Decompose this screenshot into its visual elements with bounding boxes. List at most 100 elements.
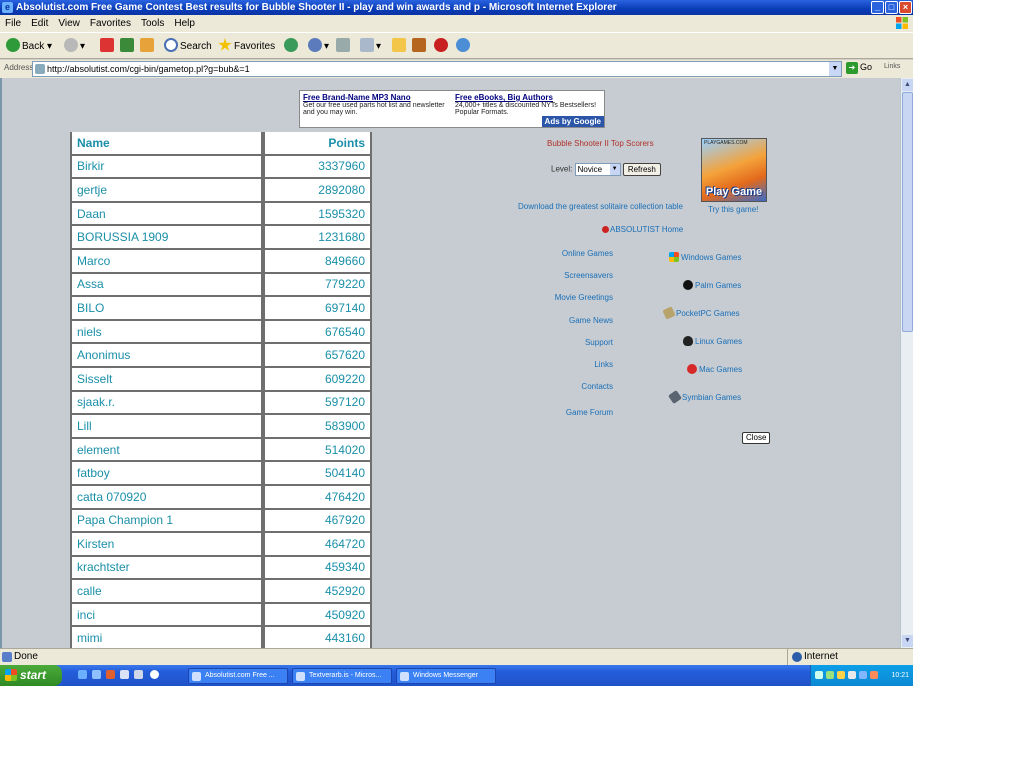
absolutist-home-link[interactable]: ABSOLUTIST Home [602, 225, 683, 234]
home-button[interactable] [140, 38, 156, 54]
tray-volume-icon[interactable] [848, 671, 856, 679]
tray-security-icon[interactable] [837, 671, 845, 679]
quicklaunch-ie-icon[interactable] [78, 670, 87, 679]
minimize-button[interactable]: _ [871, 1, 884, 14]
vertical-scrollbar[interactable]: ▲ ▼ [900, 78, 913, 648]
go-button[interactable]: ➜ Go [846, 62, 872, 74]
menu-edit[interactable]: Edit [26, 15, 53, 32]
ad-title[interactable]: Free eBooks, Big Authors [455, 93, 603, 102]
menu-bar: File Edit View Favorites Tools Help [0, 15, 913, 32]
apple-icon [687, 364, 697, 374]
quicklaunch-word-icon[interactable] [120, 670, 129, 679]
stop-icon [100, 38, 114, 52]
platform-link-pocketpc[interactable]: PocketPC Games [662, 306, 740, 320]
users-button[interactable] [456, 38, 472, 54]
play-game-button[interactable]: Play Game [702, 186, 766, 198]
nav-link-game-forum[interactable]: Game Forum [503, 408, 613, 417]
links-label[interactable]: Links [884, 63, 900, 70]
close-button[interactable]: Close [742, 432, 771, 444]
menu-view[interactable]: View [53, 15, 85, 32]
research-button[interactable] [412, 38, 428, 54]
start-button[interactable]: start [0, 665, 62, 686]
maximize-button[interactable]: □ [885, 1, 898, 14]
edit-button[interactable]: ▾ [360, 38, 381, 54]
level-select[interactable]: Novice ▼ [574, 163, 621, 176]
back-button[interactable]: Back ▾ [6, 38, 52, 54]
taskbar-item-word[interactable]: Textverarb.is - Micros... [292, 668, 392, 684]
address-input[interactable]: http://absolutist.com/cgi-bin/gametop.pl… [32, 61, 842, 77]
ads-by-google-link[interactable]: Ads by Google [541, 116, 604, 127]
platform-link-linux[interactable]: Linux Games [683, 336, 742, 346]
quicklaunch-messenger-icon[interactable] [150, 670, 159, 679]
folder-button[interactable] [392, 38, 408, 54]
table-row: niels 676540 [70, 320, 372, 345]
close-window-button[interactable]: × [899, 1, 912, 14]
search-button[interactable]: Search [164, 38, 212, 54]
home-icon [140, 38, 154, 52]
tray-antivirus-icon[interactable] [870, 671, 878, 679]
nav-link-contacts[interactable]: Contacts [503, 382, 613, 391]
platform-link-symbian[interactable]: Symbian Games [668, 390, 741, 404]
refresh-page-button[interactable] [120, 38, 136, 54]
ad-item[interactable]: Free Brand-Name MP3 Nano Get our free us… [303, 93, 451, 116]
player-points: 583900 [265, 415, 372, 439]
table-row: Assa 779220 [70, 273, 372, 298]
platform-link-palm[interactable]: Palm Games [683, 280, 741, 290]
nav-link-movie-greetings[interactable]: Movie Greetings [503, 293, 613, 302]
name-column-header: Name [70, 132, 265, 156]
player-name: BILO [70, 297, 265, 321]
tray-network-icon[interactable] [815, 671, 823, 679]
platform-link-mac[interactable]: Mac Games [687, 364, 742, 374]
player-name: Assa [70, 273, 265, 298]
menu-favorites[interactable]: Favorites [85, 15, 136, 32]
quicklaunch-media-icon[interactable] [106, 670, 115, 679]
tray-messenger-icon[interactable] [826, 671, 834, 679]
game-thumbnail[interactable]: PLAYGAMES.COM Play Game [701, 138, 767, 202]
menu-tools[interactable]: Tools [136, 15, 169, 32]
platform-link-windows[interactable]: Windows Games [669, 252, 741, 262]
download-solitaire-link[interactable]: Download the greatest solitaire collecti… [518, 202, 683, 211]
stop-button[interactable] [100, 38, 116, 54]
nav-link-support[interactable]: Support [503, 338, 613, 347]
refresh-button[interactable]: Refresh [622, 163, 661, 176]
player-name: gertje [70, 179, 265, 203]
taskbar-item-ie[interactable]: Absolutist.com Free ... [188, 668, 288, 684]
scroll-down-icon[interactable]: ▼ [902, 635, 913, 647]
nav-link-game-news[interactable]: Game News [503, 316, 613, 325]
quicklaunch-explorer-icon[interactable] [134, 670, 143, 679]
level-label: Level: [551, 164, 573, 174]
favorites-button[interactable]: Favorites [218, 38, 275, 54]
mail-button[interactable]: ▾ [308, 38, 329, 54]
try-game-link[interactable]: Try this game! [708, 205, 758, 214]
player-name: Daan [70, 202, 265, 227]
player-points: 443160 [265, 627, 372, 648]
scroll-up-icon[interactable]: ▲ [902, 79, 913, 91]
score-rows: Birkir 3337960 gertje 2892080 Daan 1595320 BOR… [70, 155, 372, 648]
nav-link-screensavers[interactable]: Screensavers [503, 271, 613, 280]
window-title-bar[interactable]: e Absolutist.com Free Game Contest Best … [0, 0, 913, 15]
history-button[interactable] [284, 38, 300, 54]
level-selected-value: Novice [577, 165, 603, 174]
menu-file[interactable]: File [0, 15, 26, 32]
word-icon [296, 672, 305, 681]
print-button[interactable] [336, 38, 352, 54]
tray-update-icon[interactable] [859, 671, 867, 679]
linux-penguin-icon [683, 336, 693, 346]
ad-title[interactable]: Free Brand-Name MP3 Nano [303, 93, 451, 102]
quicklaunch-desktop-icon[interactable] [92, 670, 101, 679]
taskbar-item-messenger[interactable]: Windows Messenger [396, 668, 496, 684]
address-dropdown-icon[interactable]: ▼ [829, 62, 841, 76]
nav-link-links[interactable]: Links [503, 360, 613, 369]
forward-button[interactable]: ▾ [64, 38, 85, 54]
ad-item[interactable]: Free eBooks, Big Authors 24,000+ titles … [455, 93, 603, 116]
scrollbar-thumb[interactable] [902, 92, 913, 332]
table-row: Papa Champion 1 467920 [70, 509, 372, 534]
messenger-button[interactable] [434, 38, 450, 54]
menu-help[interactable]: Help [169, 15, 200, 32]
mail-icon [308, 38, 322, 52]
player-name: Sisselt [70, 367, 265, 392]
nav-link-online-games[interactable]: Online Games [503, 249, 613, 258]
back-arrow-icon [6, 38, 20, 52]
table-row: Daan 1595320 [70, 202, 372, 227]
player-points: 779220 [265, 273, 372, 298]
